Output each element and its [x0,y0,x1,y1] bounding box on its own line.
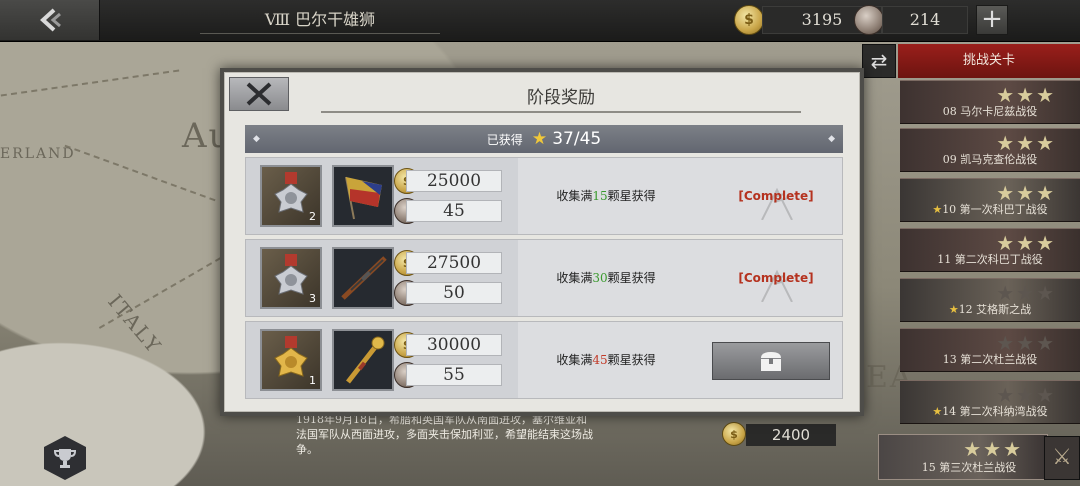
stage-name: 15 第三次杜兰战役 [921,461,1017,474]
back-arrow-icon [39,8,61,32]
reward-items: 1 $ 30000 55 [246,322,518,398]
star-mark-icon: ★ [948,303,959,316]
stars-progress-bar: ◆ 已获得 ★ 37/45 ◆ [245,125,843,153]
back-button[interactable] [0,0,100,40]
treasure-chest-icon [761,352,781,371]
medal-reward-amount: 55 [406,364,502,386]
stage-name: 13 第二次杜兰战役 [942,353,1038,366]
medal-reward-amount: 50 [406,282,502,304]
chapter-title: Ⅷ 巴尔干雄狮 [200,6,440,34]
stage-name: ★12 艾格斯之战 [948,303,1032,316]
coin-reward-amount: 27500 [406,252,502,274]
medal-icon [854,5,884,35]
item-count: 2 [309,210,316,223]
stage-item[interactable]: ★★★ 11 第二次科巴丁战役 [900,228,1080,272]
stage-name: 09 凯马克查伦战役 [942,153,1038,166]
reward-row: 1 $ 30000 55 收集满45颗星获得 [245,321,843,399]
coin-icon: $ [734,5,764,35]
gold-medal-icon [274,336,308,377]
swap-icon[interactable]: ⇄ [862,44,896,78]
silver-medal-icon [274,172,308,213]
stage-item[interactable]: ★★★ 08 马尔卡尼兹战役 [900,80,1080,124]
coin-icon: $ [722,422,746,446]
reward-row: 3 $ 27500 50 收集满30颗星获得 [Complete] [245,239,843,317]
medal-reward-amount: 45 [406,200,502,222]
scepter-reward-item[interactable] [332,329,394,391]
tab-challenge-stages[interactable]: 挑战关卡 [898,44,1080,78]
diamond-icon: ◆ [828,134,835,144]
reward-items: 2 $ 25000 45 [246,158,518,234]
map-label: ITALY [103,289,167,359]
star-mark-icon: ★ [932,405,943,418]
medal-reward-item[interactable]: 3 [260,247,322,309]
flag-icon [345,176,382,220]
top-bar: Ⅷ 巴尔干雄狮 $ 3195 214 + [0,0,1080,42]
stage-item[interactable]: ★★★ ★12 艾格斯之战 [900,278,1080,322]
medal-reward-item[interactable]: 1 [260,329,322,391]
map-border-line [0,69,180,97]
earned-label: 已获得 [486,133,523,147]
stage-item[interactable]: ★★★ ★14 第二次科纳湾战役 [900,380,1080,424]
star-icon: ★ [531,129,548,149]
stage-stars: ★★★ [963,437,1023,461]
claim-reward-button[interactable] [712,342,830,380]
earned-stars-value: 37/45 [552,129,602,149]
item-count: 1 [309,374,316,387]
stage-coin-reward: 2400 [746,424,836,446]
complete-status: [Complete] [738,271,814,285]
add-currency-button[interactable]: + [976,5,1008,35]
item-count: 3 [309,292,316,305]
stage-item[interactable]: ★★★ ★10 第一次科巴丁战役 [900,178,1080,222]
requirement-text: 收集满15颗星获得 [556,189,656,203]
stage-name: ★14 第二次科纳湾战役 [932,405,1048,418]
map-label: ERLAND [0,146,76,162]
trophy-icon [54,449,76,468]
stage-reward-dialog: 阶段奖励 ◆ 已获得 ★ 37/45 ◆ 2 25000 45 收集满15颗星获… [220,68,864,416]
close-button[interactable] [229,77,289,111]
flag-reward-item[interactable] [332,165,394,227]
stage-name: 08 马尔卡尼兹战役 [942,105,1038,118]
stage-name: ★10 第一次科巴丁战役 [932,203,1048,216]
diamond-icon: ◆ [253,134,260,144]
reward-items: 3 $ 27500 50 [246,240,518,316]
stage-item[interactable]: ★★★ 13 第二次杜兰战役 [900,328,1080,372]
scepter-icon [346,336,385,384]
crossed-swords-icon[interactable]: ⚔ [1044,436,1080,480]
close-icon [246,82,272,106]
reward-row: 2 $ 25000 45 收集满15颗星获得 [ [245,157,843,235]
medal-counter: 214 [882,6,968,34]
star-mark-icon: ★ [932,203,943,216]
rifle-reward-item[interactable] [332,247,394,309]
stage-item-selected[interactable]: ★★★ 15 第三次杜兰战役 [878,434,1048,480]
medal-reward-item[interactable]: 2 [260,165,322,227]
stage-item[interactable]: ★★★ 09 凯马克查伦战役 [900,128,1080,172]
rifle-icon [341,256,387,300]
dialog-body: 阶段奖励 ◆ 已获得 ★ 37/45 ◆ 2 25000 45 收集满15颗星获… [224,72,860,412]
silver-medal-icon [274,254,308,295]
stage-name: 11 第二次科巴丁战役 [937,253,1043,266]
dialog-title: 阶段奖励 [321,83,801,113]
complete-status: [Complete] [738,189,814,203]
requirement-text: 收集满45颗星获得 [556,353,656,367]
coin-reward-amount: 25000 [406,170,502,192]
coin-reward-amount: 30000 [406,334,502,356]
stage-description: 1918年9月18日，希腊和英国军队从南面进攻，塞尔维亚和法国军队从西面进攻，多… [296,413,593,456]
requirement-text: 收集满30颗星获得 [556,271,656,285]
